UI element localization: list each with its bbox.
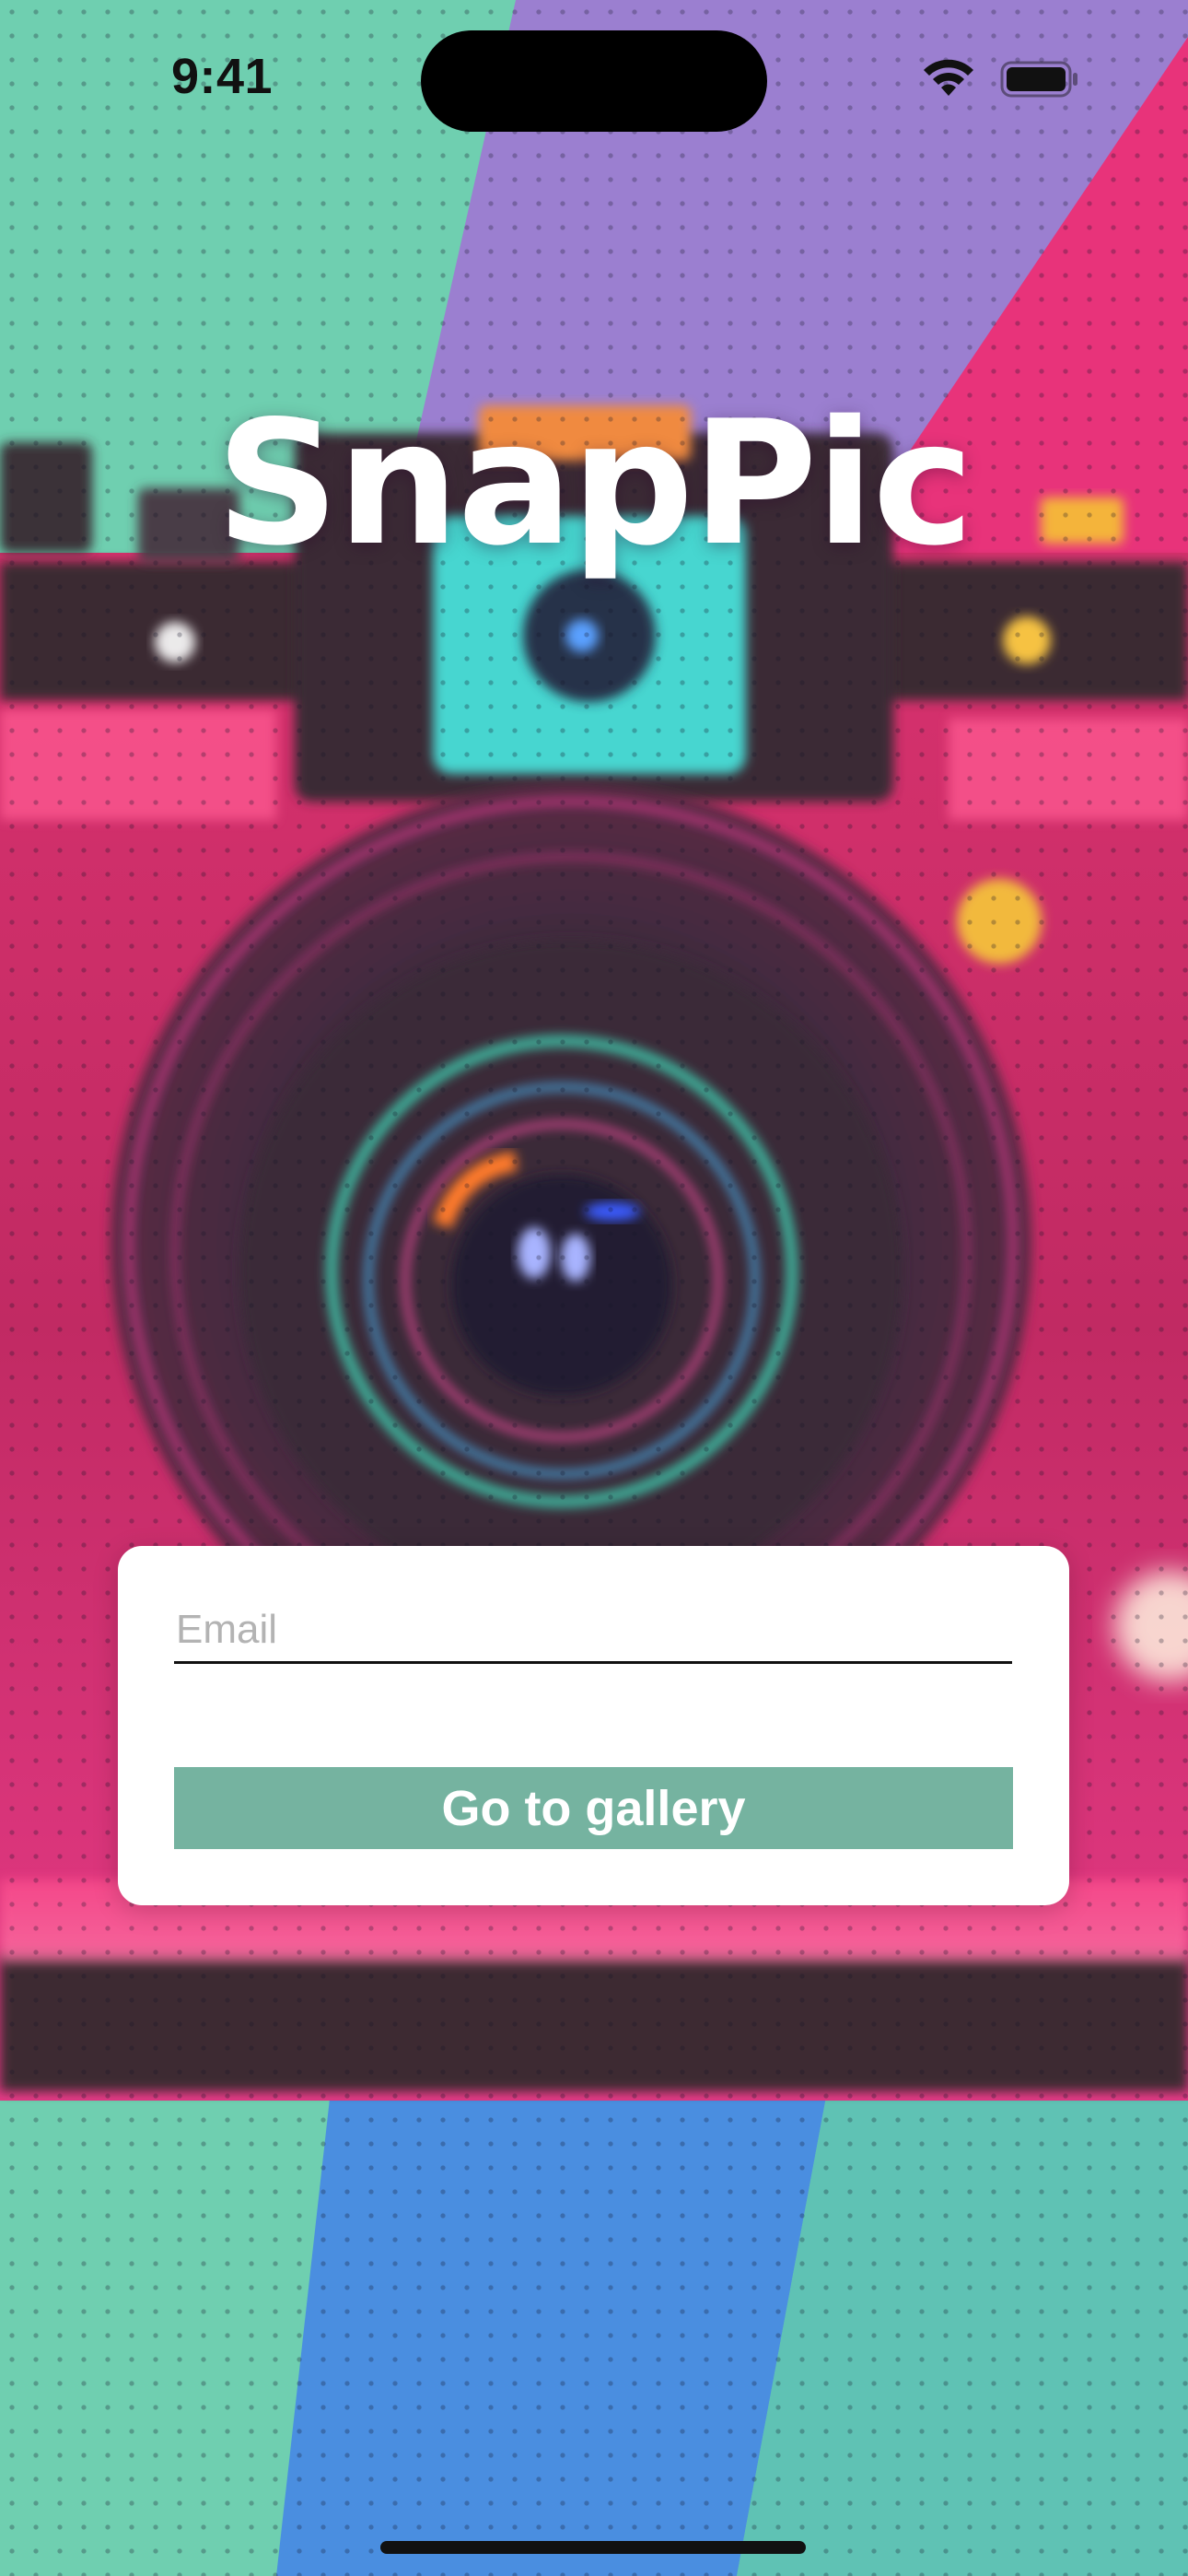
home-indicator[interactable]	[380, 2541, 806, 2554]
app-logo: SnapPic	[215, 383, 973, 583]
status-bar-time: 9:41	[171, 49, 274, 104]
go-to-gallery-button[interactable]: Go to gallery	[174, 1767, 1013, 1849]
dynamic-island	[421, 30, 767, 132]
login-form-card: Go to gallery	[118, 1546, 1069, 1905]
email-input[interactable]	[174, 1603, 1012, 1664]
battery-icon	[1000, 61, 1077, 98]
wifi-icon	[924, 59, 973, 96]
app-screen: 9:41 SnapPic Go to gallery	[0, 0, 1188, 2576]
